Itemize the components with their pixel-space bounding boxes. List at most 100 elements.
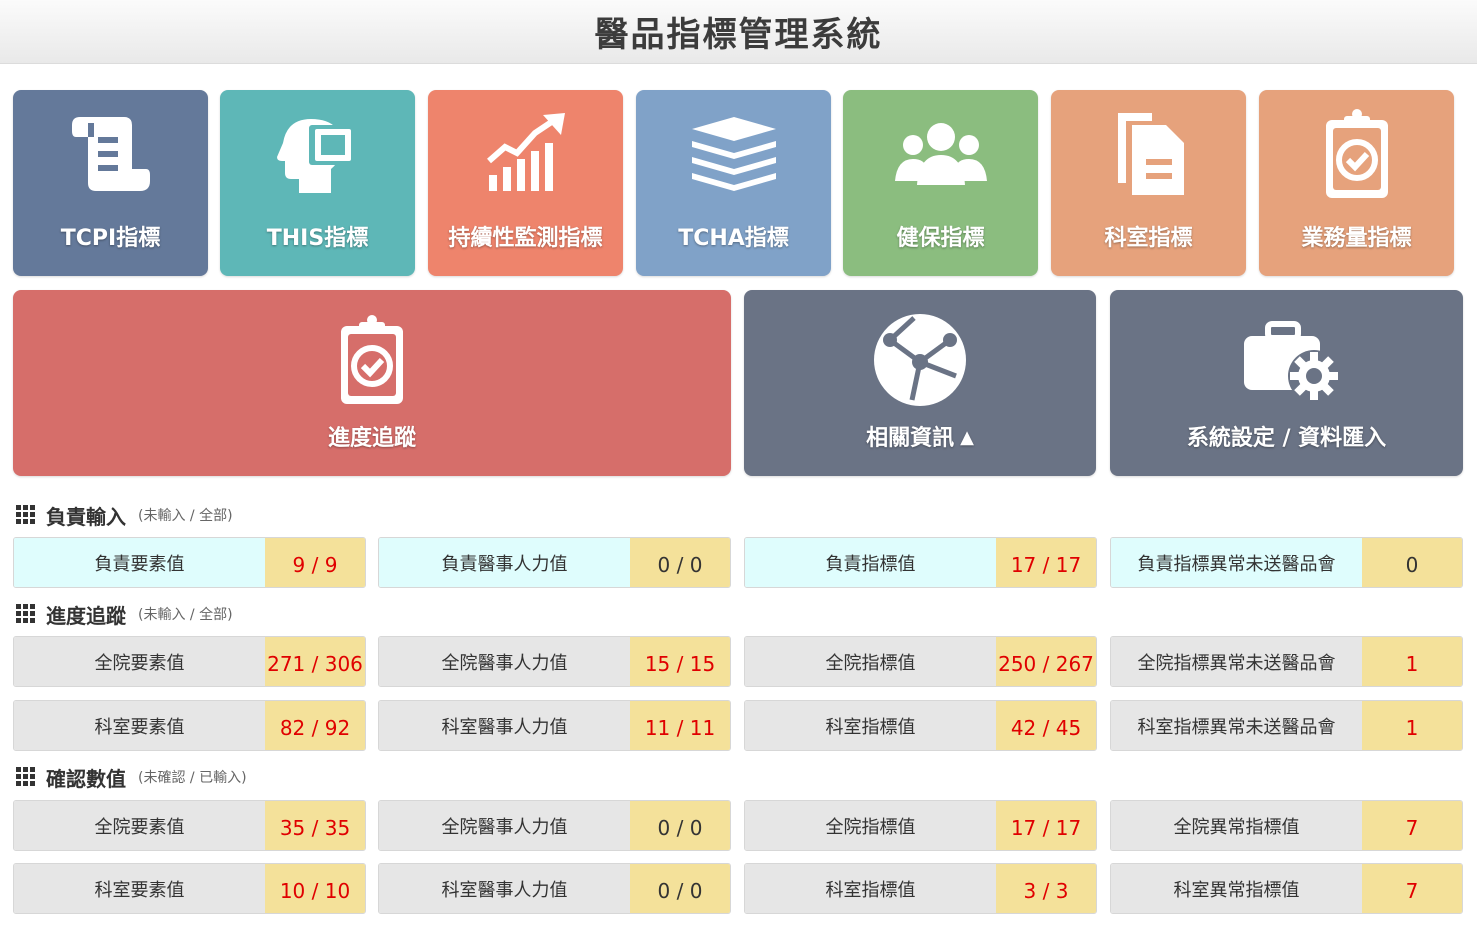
tile-this-label: THIS指標 [266,226,369,251]
stat-card[interactable]: 科室要素值 10 / 10 [13,863,366,914]
tile-related-label: 相關資訊 ▲ [866,426,974,451]
stat-value: 9 / 9 [265,538,365,587]
stat-card[interactable]: 科室要素值 82 / 92 [13,700,366,751]
stat-card[interactable]: 負責指標異常未送醫品會 0 [1110,537,1463,588]
stat-value: 1 [1362,701,1462,750]
stat-value: 7 [1362,864,1462,913]
stat-name: 全院指標值 [745,637,996,686]
stat-value: 35 / 35 [265,801,365,850]
stat-name: 科室要素值 [14,864,265,913]
stat-card[interactable]: 負責指標值 17 / 17 [744,537,1097,588]
stat-name: 負責指標值 [745,538,996,587]
stat-card[interactable]: 全院要素值 35 / 35 [13,800,366,851]
tile-tcha-label: TCHA指標 [678,226,789,251]
clipboard-check-icon [317,310,427,410]
stat-card[interactable]: 全院指標值 17 / 17 [744,800,1097,851]
stat-value: 250 / 267 [996,637,1096,686]
stat-name: 全院醫事人力值 [379,637,630,686]
section-title: 進度追蹤 [46,603,126,628]
grid-icon [16,604,36,624]
copy-file-icon [1094,104,1204,204]
stat-card[interactable]: 負責醫事人力值 0 / 0 [378,537,731,588]
stat-card[interactable]: 全院指標異常未送醫品會 1 [1110,636,1463,687]
stat-name: 科室指標值 [745,864,996,913]
grid-icon [16,505,36,525]
stat-card[interactable]: 全院指標值 250 / 267 [744,636,1097,687]
layers-icon [679,104,789,204]
stat-value: 11 / 11 [630,701,730,750]
stat-value: 0 / 0 [630,801,730,850]
tile-progress-label: 進度追蹤 [327,426,416,451]
stat-name: 全院要素值 [14,637,265,686]
stat-value: 0 / 0 [630,864,730,913]
tile-workload[interactable]: 業務量指標 [1259,90,1454,276]
chevron-up-icon: ▲ [960,427,974,448]
grid-icon [16,767,36,787]
tile-settings-label: 系統設定 / 資料匯入 [1186,426,1387,451]
section-confirm-header: 確認數值 (未確認 / 已輸入) [16,763,247,791]
tile-dept-label: 科室指標 [1104,226,1193,251]
tile-tcpi[interactable]: TCPI指標 [13,90,208,276]
stat-card[interactable]: 全院異常指標值 7 [1110,800,1463,851]
stat-card[interactable]: 全院醫事人力值 15 / 15 [378,636,731,687]
briefcase-gear-icon [1232,310,1342,410]
tile-this[interactable]: THIS指標 [220,90,415,276]
stat-card[interactable]: 科室醫事人力值 0 / 0 [378,863,731,914]
section-progress-header: 進度追蹤 (未輸入 / 全部) [16,600,233,628]
section-responsible-header: 負責輸入 (未輸入 / 全部) [16,501,233,529]
section-title: 負責輸入 [46,504,126,529]
stat-card[interactable]: 科室醫事人力值 11 / 11 [378,700,731,751]
clipboard-check-icon [1302,104,1412,204]
tile-nhi[interactable]: 健保指標 [843,90,1038,276]
tile-nhi-label: 健保指標 [896,226,985,251]
stat-card[interactable]: 科室指標異常未送醫品會 1 [1110,700,1463,751]
stat-name: 全院要素值 [14,801,265,850]
stat-name: 負責指標異常未送醫品會 [1111,538,1362,587]
stat-value: 42 / 45 [996,701,1096,750]
stat-name: 科室指標異常未送醫品會 [1111,701,1362,750]
stat-value: 17 / 17 [996,801,1096,850]
section-subtitle: (未確認 / 已輸入) [138,770,247,786]
tile-progress[interactable]: 進度追蹤 [13,290,731,476]
globe-network-icon [865,310,975,410]
tile-related[interactable]: 相關資訊 ▲ [744,290,1096,476]
stat-name: 負責要素值 [14,538,265,587]
stat-value: 1 [1362,637,1462,686]
stat-card[interactable]: 全院醫事人力值 0 / 0 [378,800,731,851]
tile-dept[interactable]: 科室指標 [1051,90,1246,276]
tile-workload-label: 業務量指標 [1301,226,1412,251]
scroll-icon [56,104,166,204]
section-title: 確認數值 [46,766,126,791]
app-header: 醫品指標管理系統 [0,0,1477,64]
stat-card[interactable]: 全院要素值 271 / 306 [13,636,366,687]
stat-name: 科室要素值 [14,701,265,750]
users-icon [886,104,996,204]
stat-card[interactable]: 負責要素值 9 / 9 [13,537,366,588]
stat-value: 15 / 15 [630,637,730,686]
tile-sustain[interactable]: 持續性監測指標 [428,90,623,276]
stat-name: 全院異常指標值 [1111,801,1362,850]
stat-card[interactable]: 科室異常指標值 7 [1110,863,1463,914]
tile-tcpi-label: TCPI指標 [60,226,161,251]
stat-name: 科室醫事人力值 [379,701,630,750]
stat-name: 負責醫事人力值 [379,538,630,587]
stat-name: 全院指標異常未送醫品會 [1111,637,1362,686]
stat-name: 全院醫事人力值 [379,801,630,850]
stat-card[interactable]: 科室指標值 42 / 45 [744,700,1097,751]
stat-name: 科室醫事人力值 [379,864,630,913]
stat-value: 0 [1362,538,1462,587]
stat-value: 3 / 3 [996,864,1096,913]
section-subtitle: (未輸入 / 全部) [138,607,233,623]
page-title: 醫品指標管理系統 [594,15,883,55]
stat-value: 10 / 10 [265,864,365,913]
tile-tcha[interactable]: TCHA指標 [636,90,831,276]
section-subtitle: (未輸入 / 全部) [138,508,233,524]
stat-value: 271 / 306 [265,637,365,686]
stat-name: 全院指標值 [745,801,996,850]
stat-card[interactable]: 科室指標值 3 / 3 [744,863,1097,914]
head-profile-icon [263,104,373,204]
stat-name: 科室指標值 [745,701,996,750]
tile-settings[interactable]: 系統設定 / 資料匯入 [1110,290,1463,476]
stat-value: 7 [1362,801,1462,850]
chart-line-icon [471,104,581,204]
